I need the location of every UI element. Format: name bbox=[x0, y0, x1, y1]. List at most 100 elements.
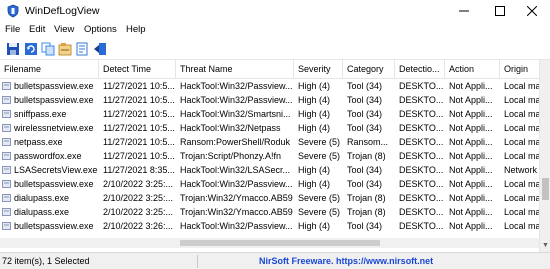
status-divider bbox=[197, 255, 198, 268]
maximize-button[interactable] bbox=[482, 0, 518, 22]
log-entry-icon bbox=[2, 194, 11, 202]
minimize-button[interactable] bbox=[446, 0, 482, 22]
cell-origin-text: Local ma bbox=[504, 137, 539, 147]
cell-severity: High (4) bbox=[294, 219, 343, 233]
scroll-down-icon[interactable]: ▼ bbox=[540, 241, 550, 250]
column-header-origin[interactable]: Origin bbox=[500, 60, 539, 79]
cell-detect-time-text: 11/27/2021 10:5... bbox=[103, 95, 175, 105]
cell-action-text: Not Appli... bbox=[449, 207, 493, 217]
cell-category: Ransom... bbox=[343, 135, 395, 149]
cell-detect-time: 11/27/2021 10:5... bbox=[99, 107, 176, 121]
menu-edit[interactable]: Edit bbox=[29, 24, 45, 35]
cell-severity: High (4) bbox=[294, 177, 343, 191]
cell-origin: Local ma bbox=[500, 121, 539, 135]
column-header-detection[interactable]: Detectio... bbox=[395, 60, 445, 79]
cell-filename-text: bulletspassview.exe bbox=[14, 221, 94, 231]
cell-origin-text: Local ma bbox=[504, 95, 539, 105]
table-row[interactable]: wirelessnetview.exe 11/27/2021 10:5... Hac… bbox=[0, 121, 539, 135]
cell-detect-time: 11/27/2021 10:5... bbox=[99, 149, 176, 163]
cell-threat-name-text: HackTool:Win32/Passview... bbox=[180, 221, 293, 231]
cell-detection: DESKTO... bbox=[395, 107, 445, 121]
table-row[interactable]: sniffpass.exe 11/27/2021 10:5... HackTool:… bbox=[0, 107, 539, 121]
column-header-threat-name[interactable]: Threat Name bbox=[176, 60, 294, 79]
window-title: WinDefLogView bbox=[25, 5, 100, 17]
cell-detection: DESKTO... bbox=[395, 219, 445, 233]
refresh-icon[interactable] bbox=[24, 42, 38, 56]
vertical-scrollbar-thumb[interactable] bbox=[542, 178, 549, 200]
cell-threat-name-text: Ransom:PowerShell/Roduk bbox=[180, 137, 291, 147]
cell-severity: High (4) bbox=[294, 121, 343, 135]
cell-threat-name: HackTool:Win32/Netpass bbox=[176, 121, 294, 135]
cell-origin: Local ma bbox=[500, 149, 539, 163]
log-entry-icon bbox=[2, 180, 11, 188]
table-row[interactable]: bulletspassview.exe 11/27/2021 10:5... Hac… bbox=[0, 79, 539, 93]
column-header-action[interactable]: Action bbox=[445, 60, 500, 79]
horizontal-scrollbar[interactable] bbox=[0, 238, 539, 248]
cell-detection: DESKTO... bbox=[395, 177, 445, 191]
column-header-category[interactable]: Category bbox=[343, 60, 395, 79]
cell-detection-text: DESKTO... bbox=[399, 221, 444, 231]
cell-category: Tool (34) bbox=[343, 163, 395, 177]
table-row[interactable]: dialupass.exe 2/10/2022 3:25:... Trojan:Wi… bbox=[0, 191, 539, 205]
cell-detect-time: 11/27/2021 10:5... bbox=[99, 79, 176, 93]
nirsoft-link[interactable]: NirSoft Freeware. https://www.nirsoft.ne… bbox=[259, 256, 433, 266]
copy-icon[interactable] bbox=[41, 42, 55, 56]
exit-icon[interactable] bbox=[93, 42, 107, 56]
cell-severity: Severe (5) bbox=[294, 135, 343, 149]
cell-action-text: Not Appli... bbox=[449, 179, 493, 189]
cell-category-text: Tool (34) bbox=[347, 123, 383, 133]
cell-threat-name: HackTool:Win32/Passview... bbox=[176, 219, 294, 233]
cell-origin-text: Local ma bbox=[504, 207, 539, 217]
cell-threat-name: Ransom:PowerShell/Roduk bbox=[176, 135, 294, 149]
properties-icon[interactable] bbox=[58, 42, 72, 56]
cell-detect-time-text: 2/10/2022 3:25:... bbox=[103, 207, 174, 217]
table-row[interactable]: passwordfox.exe 11/27/2021 10:5... Trojan:… bbox=[0, 149, 539, 163]
column-header-severity[interactable]: Severity bbox=[294, 60, 343, 79]
log-entry-icon bbox=[2, 96, 11, 104]
menu-view[interactable]: View bbox=[54, 24, 74, 35]
log-entry-icon bbox=[2, 138, 11, 146]
cell-severity: High (4) bbox=[294, 163, 343, 177]
menu-help[interactable]: Help bbox=[126, 24, 146, 35]
cell-detection-text: DESKTO... bbox=[399, 179, 444, 189]
cell-category: Tool (34) bbox=[343, 93, 395, 107]
cell-action-text: Not Appli... bbox=[449, 95, 493, 105]
cell-threat-name-text: Trojan:Win32/Ymacco.AB59 bbox=[180, 193, 293, 203]
cell-category: Trojan (8) bbox=[343, 191, 395, 205]
column-header-detect-time[interactable]: Detect Time bbox=[99, 60, 176, 79]
table-row[interactable]: bulletspassview.exe 11/27/2021 10:5... Hac… bbox=[0, 93, 539, 107]
column-header-filename[interactable]: Filename bbox=[0, 60, 99, 79]
cell-action: Not Appli... bbox=[445, 93, 500, 107]
menu-options[interactable]: Options bbox=[84, 24, 117, 35]
cell-action: Not Appli... bbox=[445, 219, 500, 233]
cell-filename: dialupass.exe bbox=[0, 191, 99, 205]
cell-threat-name-text: HackTool:Win32/Passview... bbox=[180, 179, 293, 189]
table-row[interactable]: netpass.exe 11/27/2021 10:5... Ransom:Powe… bbox=[0, 135, 539, 149]
cell-detection-text: DESKTO... bbox=[399, 207, 444, 217]
cell-detection-text: DESKTO... bbox=[399, 109, 444, 119]
cell-filename: bulletspassview.exe bbox=[0, 93, 99, 107]
table-row[interactable]: bulletspassview.exe 2/10/2022 3:25:... Hac… bbox=[0, 177, 539, 191]
cell-action: Not Appli... bbox=[445, 163, 500, 177]
menu-file[interactable]: File bbox=[5, 24, 20, 35]
cell-category-text: Tool (34) bbox=[347, 95, 383, 105]
save-icon[interactable] bbox=[6, 42, 20, 56]
cell-threat-name-text: HackTool:Win32/Passview... bbox=[180, 95, 293, 105]
close-button[interactable] bbox=[514, 0, 550, 22]
cell-action-text: Not Appli... bbox=[449, 151, 493, 161]
horizontal-scrollbar-thumb[interactable] bbox=[180, 240, 380, 246]
log-list-view[interactable]: Filename Detect Time Threat Name Severit… bbox=[0, 60, 539, 252]
table-row[interactable]: dialupass.exe 2/10/2022 3:25:... Trojan:Wi… bbox=[0, 205, 539, 219]
cell-filename: sniffpass.exe bbox=[0, 107, 99, 121]
cell-filename: bulletspassview.exe bbox=[0, 219, 99, 233]
cell-detection: DESKTO... bbox=[395, 149, 445, 163]
cell-action-text: Not Appli... bbox=[449, 137, 493, 147]
cell-filename-text: LSASecretsView.exe bbox=[14, 165, 98, 175]
table-row[interactable]: bulletspassview.exe 2/10/2022 3:26:... Hac… bbox=[0, 219, 539, 233]
table-row[interactable]: LSASecretsView.exe 11/27/2021 8:35... Hack… bbox=[0, 163, 539, 177]
cell-action-text: Not Appli... bbox=[449, 221, 493, 231]
vertical-scrollbar[interactable]: ▼ bbox=[539, 60, 550, 252]
html-report-icon[interactable] bbox=[75, 42, 89, 56]
cell-threat-name: HackTool:Win32/Passview... bbox=[176, 93, 294, 107]
cell-threat-name-text: HackTool:Win32/LSASecr... bbox=[180, 165, 291, 175]
